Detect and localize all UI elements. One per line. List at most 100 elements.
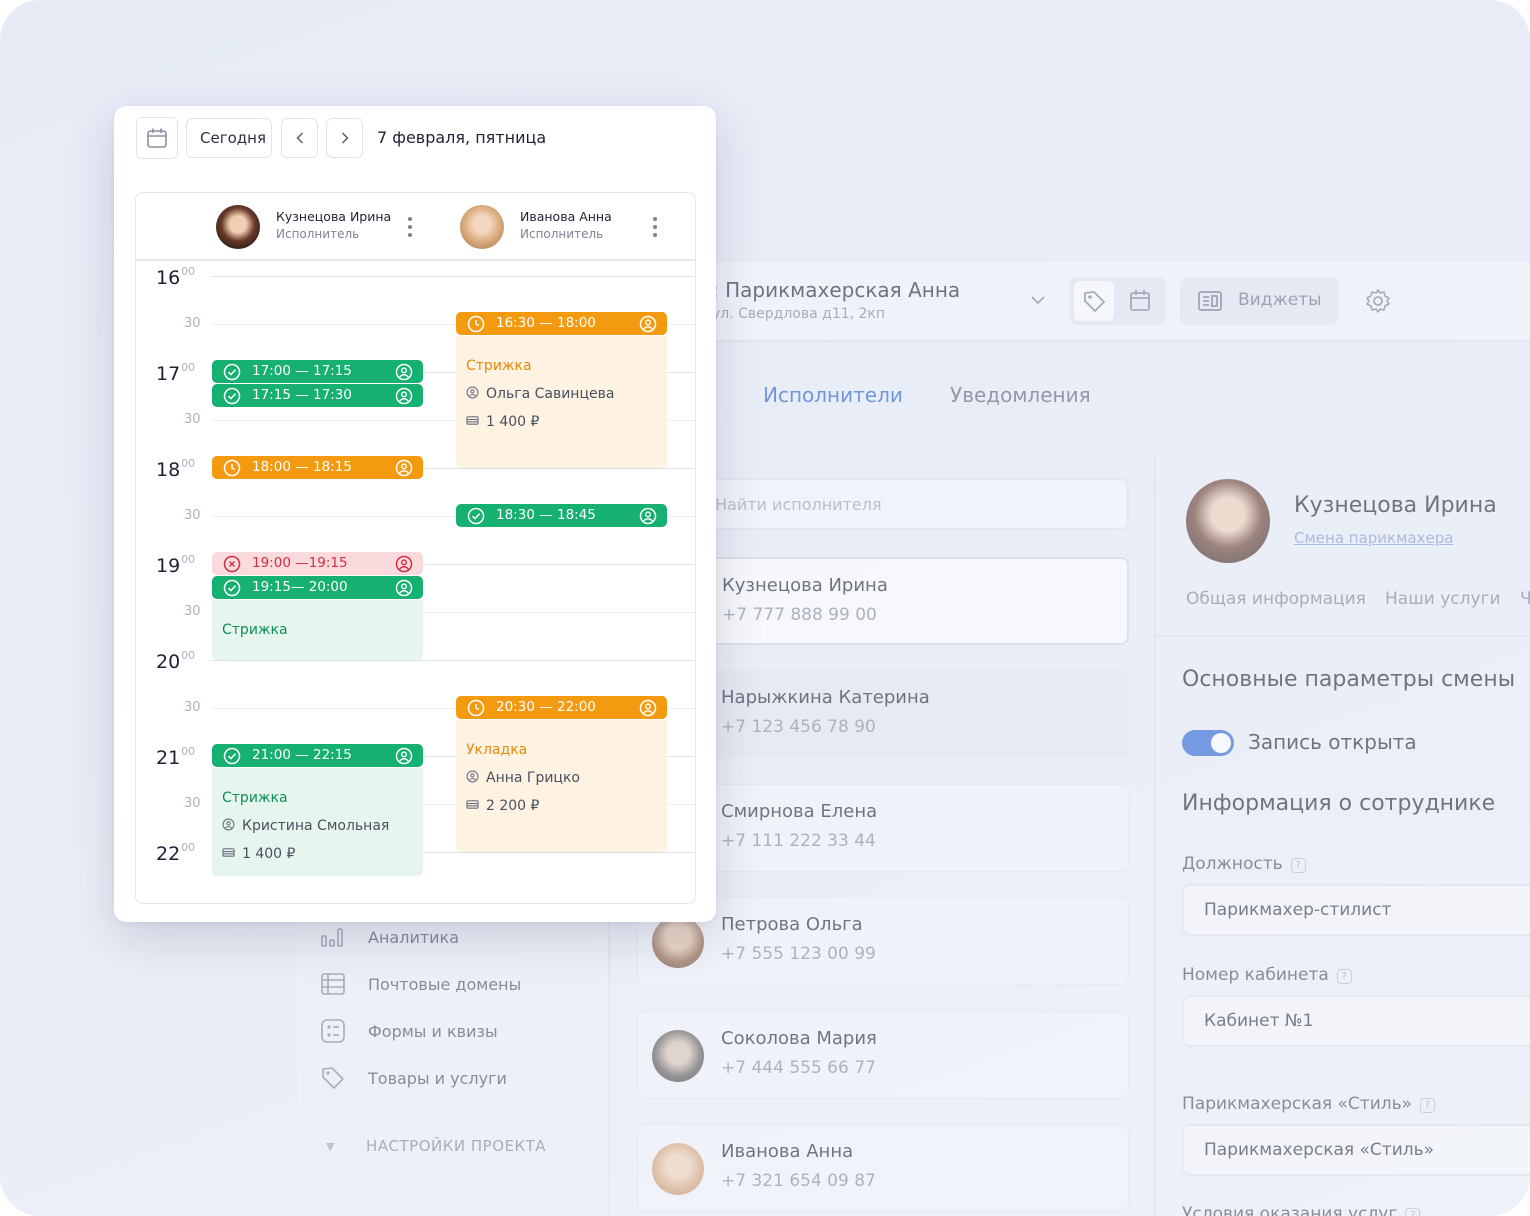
calendar-view-button[interactable] bbox=[1120, 281, 1160, 321]
performer-phone: +7 444 555 66 77 bbox=[721, 1058, 876, 1078]
appointment-confirmed[interactable]: 18:30 — 18:45 bbox=[456, 504, 667, 527]
appointment-details[interactable]: Стрижка Ольга Савинцева 1 400 ₽ bbox=[456, 336, 667, 468]
field-label-text: Номер кабинета bbox=[1182, 965, 1329, 985]
appointment-details[interactable]: Стрижка bbox=[212, 600, 423, 660]
staff-name: Иванова Анна bbox=[520, 209, 612, 224]
user-icon bbox=[395, 579, 413, 597]
tab-performers[interactable]: Исполнители bbox=[763, 383, 903, 407]
search-input[interactable]: Найти исполнителя bbox=[715, 495, 882, 514]
today-label: Сегодня bbox=[200, 129, 266, 147]
staff-column-header: Иванова Анна Исполнитель bbox=[416, 193, 695, 263]
sidebar-item-label: Формы и квизы bbox=[368, 1022, 498, 1041]
schedule-grid: Кузнецова Ирина Исполнитель Иванова Анна… bbox=[135, 192, 696, 904]
toggle-label: Запись открыта bbox=[1248, 730, 1417, 754]
user-icon bbox=[222, 818, 235, 831]
position-field[interactable]: Парикмахер-стилист bbox=[1182, 884, 1530, 936]
appointment-cancelled[interactable]: 19:00 —19:15 bbox=[212, 552, 423, 575]
help-icon[interactable]: ? bbox=[1405, 1208, 1421, 1216]
widgets-button[interactable]: Виджеты bbox=[1180, 277, 1338, 325]
performer-phone: +7 111 222 33 44 bbox=[721, 831, 876, 851]
appointment-confirmed[interactable]: 17:15 — 17:30 bbox=[212, 384, 423, 407]
performer-name: Нарыжкина Катерина bbox=[721, 687, 930, 708]
money-icon bbox=[466, 800, 479, 809]
performer-card[interactable]: Соколова Мария +7 444 555 66 77 bbox=[637, 1011, 1129, 1099]
minute-value: 00 bbox=[181, 745, 196, 758]
confirmed-status-icon bbox=[223, 747, 241, 765]
pending-status-icon bbox=[223, 459, 241, 477]
hour-value: 17 bbox=[156, 363, 181, 385]
section-heading: Информация о сотруднике bbox=[1182, 791, 1496, 816]
minute-value: 00 bbox=[181, 361, 196, 374]
half-hour-label: 30 bbox=[184, 508, 201, 523]
tab-more[interactable]: Ч bbox=[1520, 589, 1530, 609]
appointment-pending[interactable]: 16:30 — 18:00 bbox=[456, 312, 667, 335]
hour-label: 1900 bbox=[156, 553, 195, 577]
staff-role: Исполнитель bbox=[276, 227, 360, 241]
help-icon[interactable]: ? bbox=[1336, 969, 1352, 984]
project-title[interactable]: : Парикмахерская Анна bbox=[712, 278, 960, 302]
hour-value: 18 bbox=[156, 459, 181, 481]
performer-card[interactable]: Иванова Анна +7 321 654 09 87 bbox=[637, 1124, 1129, 1212]
gear-icon[interactable] bbox=[1365, 288, 1391, 318]
prev-day-button[interactable] bbox=[281, 118, 318, 158]
avatar bbox=[460, 205, 504, 249]
current-date: 7 февраля, пятница bbox=[377, 128, 547, 147]
calendar-picker-button[interactable] bbox=[136, 117, 178, 159]
price: 1 400 ₽ bbox=[466, 414, 539, 430]
salon-field[interactable]: Парикмахерская «Стиль» bbox=[1182, 1124, 1530, 1176]
appointment-details[interactable]: Стрижка Кристина Смольная 1 400 ₽ bbox=[212, 768, 423, 876]
help-icon[interactable]: ? bbox=[1290, 858, 1306, 873]
appointment-details[interactable]: Укладка Анна Грицко 2 200 ₽ bbox=[456, 720, 667, 852]
appointment-pending[interactable]: 18:00 — 18:15 bbox=[212, 456, 423, 479]
next-day-button[interactable] bbox=[326, 118, 363, 158]
tab-notifications[interactable]: Уведомления bbox=[950, 383, 1091, 407]
user-icon bbox=[639, 507, 657, 525]
appointment-time: 16:30 — 18:00 bbox=[496, 315, 596, 331]
hour-value: 22 bbox=[156, 843, 181, 865]
service-name: Стрижка bbox=[466, 358, 532, 374]
more-vertical-icon[interactable] bbox=[653, 217, 657, 241]
room-number-field[interactable]: Кабинет №1 bbox=[1182, 995, 1530, 1047]
half-hour-label: 30 bbox=[184, 316, 201, 331]
tab-general-info[interactable]: Общая информация bbox=[1186, 589, 1366, 609]
chevron-down-icon[interactable] bbox=[1030, 290, 1046, 309]
appointment-pending[interactable]: 20:30 — 22:00 bbox=[456, 696, 667, 719]
appointment-time: 19:15— 20:00 bbox=[252, 579, 348, 595]
detail-subtitle-link[interactable]: Смена парикмахера bbox=[1294, 529, 1453, 547]
client-name: Ольга Савинцева bbox=[466, 386, 614, 402]
half-hour-label: 30 bbox=[184, 604, 201, 619]
avatar bbox=[652, 916, 704, 968]
today-button[interactable]: Сегодня bbox=[186, 118, 272, 158]
user-icon bbox=[395, 459, 413, 477]
schedule-card: Сегодня 7 февраля, пятница Кузнецова Ири… bbox=[114, 106, 716, 922]
price: 2 200 ₽ bbox=[466, 798, 539, 814]
cancelled-status-icon bbox=[223, 555, 241, 573]
tag-view-button[interactable] bbox=[1074, 281, 1114, 321]
avatar bbox=[652, 1030, 704, 1082]
appointment-time: 17:00 — 17:15 bbox=[252, 363, 352, 379]
performer-name: Петрова Ольга bbox=[721, 914, 863, 935]
performer-name: Смирнова Елена bbox=[721, 801, 878, 822]
field-value: Кабинет №1 bbox=[1204, 1011, 1314, 1031]
sidebar: Аналитика Почтовые домены Формы и квизы … bbox=[298, 900, 610, 1216]
appointment-confirmed[interactable]: 19:15— 20:00 bbox=[212, 576, 423, 599]
stage: : Парикмахерская Анна ул. Свердлова д11,… bbox=[0, 0, 1530, 1216]
price-text: 1 400 ₽ bbox=[486, 414, 540, 430]
hour-label: 1700 bbox=[156, 361, 195, 385]
client-name-text: Кристина Смольная bbox=[242, 818, 390, 834]
field-value: Парикмахерская «Стиль» bbox=[1204, 1140, 1435, 1160]
divider bbox=[1156, 635, 1530, 637]
help-icon[interactable]: ? bbox=[1420, 1098, 1436, 1113]
widgets-icon bbox=[1198, 291, 1222, 311]
more-vertical-icon[interactable] bbox=[408, 217, 412, 241]
tab-our-services[interactable]: Наши услуги bbox=[1385, 589, 1501, 609]
user-icon bbox=[395, 555, 413, 573]
appointment-confirmed[interactable]: 21:00 — 22:15 bbox=[212, 744, 423, 767]
user-icon bbox=[466, 770, 479, 783]
booking-open-toggle[interactable] bbox=[1182, 730, 1234, 756]
hour-label: 2100 bbox=[156, 745, 195, 769]
appointment-confirmed[interactable]: 17:00 — 17:15 bbox=[212, 360, 423, 383]
money-icon bbox=[222, 848, 235, 857]
half-hour-label: 30 bbox=[184, 700, 201, 715]
widgets-label: Виджеты bbox=[1238, 290, 1322, 310]
